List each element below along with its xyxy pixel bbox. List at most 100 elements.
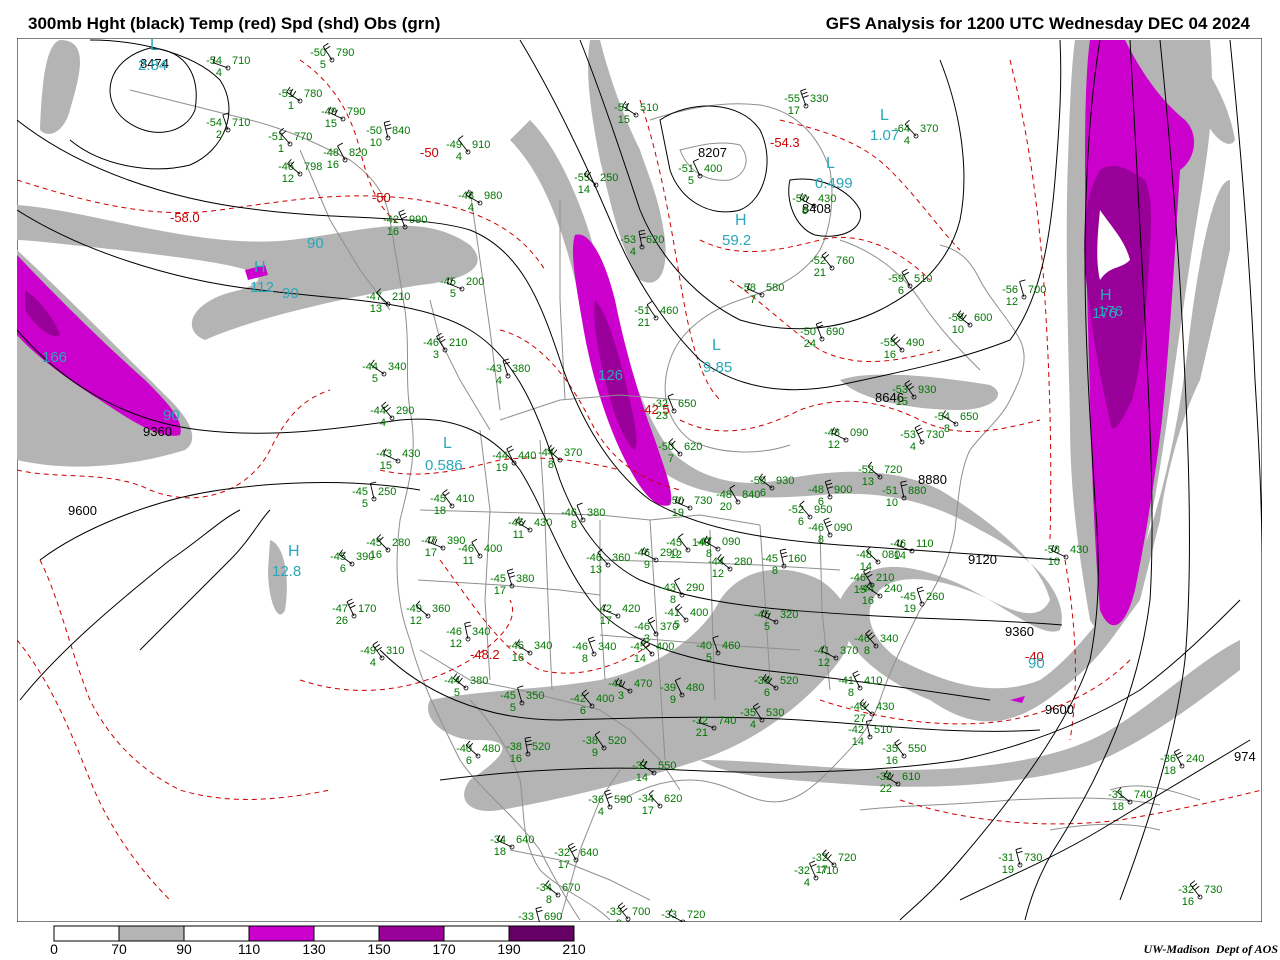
center-letter: H bbox=[735, 212, 747, 229]
station-dewpoint-depression: 8 bbox=[848, 687, 854, 699]
station-temperature: -45 bbox=[490, 573, 506, 585]
station-temperature: -34 bbox=[638, 793, 654, 805]
legend-tick: 150 bbox=[367, 941, 391, 957]
station-height: 290 bbox=[396, 405, 414, 417]
station-height: 400 bbox=[704, 163, 722, 175]
station-temperature: -46 bbox=[423, 337, 439, 349]
station-temperature: -41 bbox=[838, 675, 854, 687]
speed-label: 90 bbox=[282, 285, 299, 302]
station-temperature: -54 bbox=[934, 411, 950, 423]
station-height: 740 bbox=[718, 715, 736, 727]
station-height: 930 bbox=[918, 384, 936, 396]
station-dewpoint-depression: 20 bbox=[720, 501, 732, 513]
station-dewpoint-depression: 4 bbox=[216, 67, 222, 79]
station-height: 930 bbox=[776, 475, 794, 487]
station-dewpoint-depression: 1 bbox=[288, 100, 294, 112]
station-dewpoint-depression: 26 bbox=[336, 615, 348, 627]
station-dewpoint-depression: 18 bbox=[434, 505, 446, 517]
station-height: 380 bbox=[512, 363, 530, 375]
station-temperature: -32 bbox=[554, 847, 570, 859]
station-dewpoint-depression: 6 bbox=[798, 516, 804, 528]
station-dewpoint-depression: 17 bbox=[600, 615, 612, 627]
center-value: 9.85 bbox=[703, 359, 732, 376]
station-height: 370 bbox=[920, 123, 938, 135]
station-temperature: -31 bbox=[998, 852, 1014, 864]
station-dewpoint-depression: 15 bbox=[325, 118, 337, 130]
station-temperature: -52 bbox=[788, 504, 804, 516]
legend-swatch bbox=[53, 925, 120, 942]
legend-swatch bbox=[248, 925, 315, 942]
station-temperature: -32 bbox=[652, 398, 668, 410]
temperature-label: -50 bbox=[420, 145, 439, 160]
station-dewpoint-depression: 1 bbox=[278, 143, 284, 155]
station-height: 340 bbox=[534, 640, 552, 652]
station-temperature: -54 bbox=[206, 117, 222, 129]
station-dewpoint-depression: 10 bbox=[886, 497, 898, 509]
station-dewpoint-depression: 21 bbox=[814, 267, 826, 279]
station-dewpoint-depression: 17 bbox=[425, 547, 437, 559]
station-temperature: -41 bbox=[664, 607, 680, 619]
station-height: 380 bbox=[587, 507, 605, 519]
legend-swatch bbox=[118, 925, 185, 942]
height-label: 9120 bbox=[968, 552, 997, 567]
station-dewpoint-depression: 8 bbox=[944, 423, 950, 435]
station-height: 280 bbox=[734, 556, 752, 568]
temperature-label: -50 bbox=[372, 190, 391, 205]
station-dewpoint-depression: 14 bbox=[634, 653, 646, 665]
station-temperature: -36 bbox=[1160, 753, 1176, 765]
temperature-label: -48.2 bbox=[470, 647, 500, 662]
station-temperature: -46 bbox=[561, 507, 577, 519]
station-temperature: -44 bbox=[362, 361, 378, 373]
station-temperature: -43 bbox=[486, 363, 502, 375]
chart-title-right: GFS Analysis for 1200 UTC Wednesday DEC … bbox=[825, 14, 1250, 33]
station-temperature: -36 bbox=[588, 794, 604, 806]
station-height: 700 bbox=[1028, 284, 1046, 296]
station-dewpoint-depression: 4 bbox=[630, 246, 636, 258]
temperature-label: -54.3 bbox=[770, 135, 800, 150]
legend-swatch bbox=[313, 925, 380, 942]
station-dewpoint-depression: 8 bbox=[546, 894, 552, 906]
station-dewpoint-depression: 12 bbox=[410, 615, 422, 627]
station-height: 310 bbox=[386, 645, 404, 657]
station-height: 460 bbox=[660, 305, 678, 317]
station-dewpoint-depression: 8 bbox=[772, 565, 778, 577]
station-dewpoint-depression: 5 bbox=[372, 373, 378, 385]
station-dewpoint-depression: 5 bbox=[706, 652, 712, 664]
legend-tick: 70 bbox=[111, 941, 127, 957]
center-value: 2.84 bbox=[138, 57, 167, 74]
station-height: 798 bbox=[304, 161, 322, 173]
center-letter: H bbox=[1100, 287, 1112, 304]
station-dewpoint-depression: 17 bbox=[642, 805, 654, 817]
station-temperature: -46 bbox=[634, 621, 650, 633]
station-height: 510 bbox=[914, 273, 932, 285]
station-height: 980 bbox=[484, 190, 502, 202]
legend-tick: 110 bbox=[238, 941, 261, 957]
station-height: 620 bbox=[684, 441, 702, 453]
station-dewpoint-depression: 4 bbox=[904, 135, 910, 147]
station-temperature: -42 bbox=[383, 214, 399, 226]
station-temperature: -55 bbox=[784, 93, 800, 105]
station-dewpoint-depression: 6 bbox=[764, 687, 770, 699]
station-height: 880 bbox=[908, 485, 926, 497]
station-temperature: -48 bbox=[808, 484, 824, 496]
station-dewpoint-depression: 9 bbox=[644, 559, 650, 571]
station-dewpoint-depression: 24 bbox=[804, 338, 816, 350]
station-height: 620 bbox=[664, 793, 682, 805]
station-temperature: -51 bbox=[634, 305, 650, 317]
credit: UW-Madison Dept of AOS bbox=[1144, 942, 1278, 957]
station-dewpoint-depression: 4 bbox=[598, 806, 604, 818]
height-label: 9360 bbox=[1005, 624, 1034, 639]
station-height: 340 bbox=[880, 633, 898, 645]
station-temperature: -45 bbox=[508, 640, 524, 652]
station-height: 900 bbox=[834, 484, 852, 496]
station-temperature: -51 bbox=[614, 102, 630, 114]
station-temperature: -37 bbox=[632, 760, 648, 772]
station-height: 820 bbox=[349, 147, 367, 159]
station-temperature: -45 bbox=[500, 690, 516, 702]
station-dewpoint-depression: 8 bbox=[864, 645, 870, 657]
station-height: 480 bbox=[686, 682, 704, 694]
station-height: 730 bbox=[694, 495, 712, 507]
station-height: 740 bbox=[1134, 789, 1152, 801]
station-height: 910 bbox=[472, 139, 490, 151]
credit-org: UW-Madison bbox=[1143, 942, 1210, 956]
